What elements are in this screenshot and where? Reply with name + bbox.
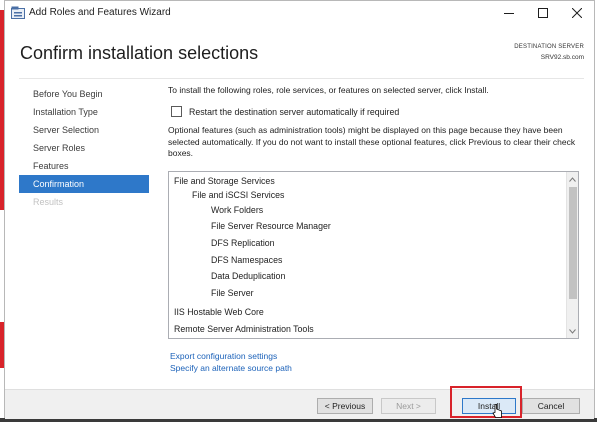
close-button[interactable] [560,1,594,25]
header-divider [19,78,584,79]
selections-list[interactable]: File and Storage Services File and iSCSI… [168,171,579,339]
list-item: Work Folders [211,205,264,215]
scroll-thumb[interactable] [569,187,577,299]
server-manager-icon [11,6,25,19]
nav-item-server-roles[interactable]: Server Roles [19,139,149,157]
scroll-up-arrow[interactable] [567,173,578,185]
button-bar: < Previous Next > Install Cancel [5,389,594,419]
destination-server-label: DESTINATION SERVER [514,44,584,50]
list-item: Data Deduplication [211,271,286,281]
destination-server-name: SRV92.sb.com [540,54,584,61]
next-button[interactable]: Next > [381,398,436,414]
mouse-cursor-icon [492,404,502,418]
nav-item-confirmation[interactable]: Confirmation [19,175,149,193]
intro-text: To install the following roles, role ser… [168,85,489,95]
page-title: Confirm installation selections [20,43,259,63]
list-item: Remote Server Administration Tools [174,324,314,334]
wizard-navigation: Before You Begin Installation Type Serve… [19,85,149,211]
list-item: DFS Namespaces [211,255,283,265]
restart-checkbox[interactable] [171,106,182,117]
list-item: File and iSCSI Services [192,190,285,200]
wizard-window: Add Roles and Features Wizard Confirm in… [4,0,595,419]
previous-button[interactable]: < Previous [317,398,373,414]
title-bar[interactable]: Add Roles and Features Wizard [5,1,594,25]
export-configuration-link[interactable]: Export configuration settings [170,350,292,362]
restart-option[interactable]: Restart the destination server automatic… [171,106,399,117]
chevron-up-icon [569,176,576,182]
list-scrollbar[interactable] [566,172,578,338]
maximize-button[interactable] [526,1,560,25]
action-links: Export configuration settings Specify an… [170,350,292,374]
list-item: File and Storage Services [174,176,275,186]
minimize-icon [504,13,514,14]
nav-item-installation-type[interactable]: Installation Type [19,103,149,121]
alternate-source-link[interactable]: Specify an alternate source path [170,362,292,374]
nav-item-features[interactable]: Features [19,157,149,175]
nav-item-results: Results [33,197,64,207]
scroll-down-arrow[interactable] [567,325,578,337]
restart-checkbox-label[interactable]: Restart the destination server automatic… [189,107,399,117]
minimize-button[interactable] [492,1,526,25]
nav-item-server-selection[interactable]: Server Selection [19,121,149,139]
cancel-button[interactable]: Cancel [522,398,580,414]
close-icon [572,8,582,18]
install-button[interactable]: Install [462,398,516,414]
chevron-down-icon [569,328,576,334]
nav-item-before-you-begin[interactable]: Before You Begin [19,85,149,103]
window-title: Add Roles and Features Wizard [29,7,171,18]
list-item: File Server Resource Manager [211,221,331,231]
list-item: IIS Hostable Web Core [174,307,264,317]
maximize-icon [538,8,548,18]
list-item: File Server [211,288,254,298]
optional-features-note: Optional features (such as administratio… [168,125,576,158]
list-item: DFS Replication [211,238,275,248]
